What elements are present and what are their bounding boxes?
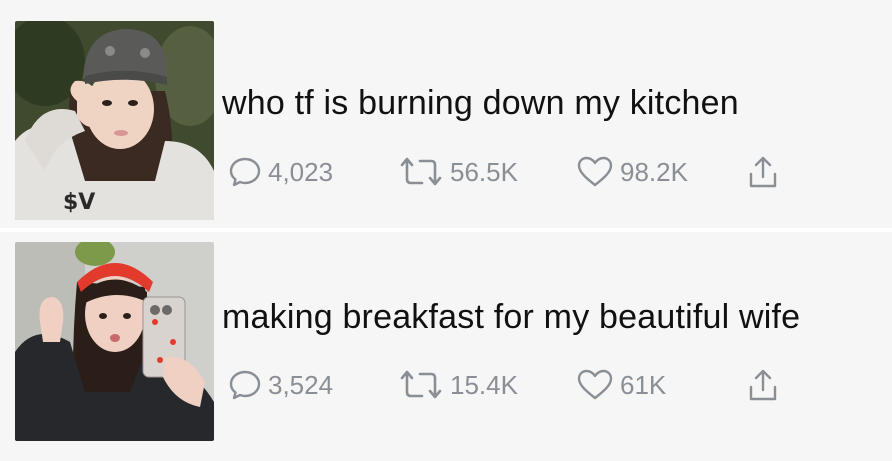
reply-count: 4,023 — [268, 156, 334, 187]
retweet-count: 56.5K — [450, 156, 518, 187]
selfie-photo-beanie: $V — [15, 21, 214, 220]
speech-bubble-icon — [229, 370, 261, 400]
feed: $V who tf is burning down my kitchen 4,0… — [0, 0, 892, 461]
like-count: 98.2K — [620, 156, 688, 187]
share-icon — [749, 156, 777, 188]
heart-icon — [577, 156, 613, 187]
tweet-2[interactable]: making breakfast for my beautiful wife 3… — [0, 232, 892, 461]
reply-button[interactable]: 3,524 — [228, 368, 398, 402]
share-button[interactable] — [746, 367, 796, 403]
share-icon — [749, 369, 777, 401]
tweet-actions: 3,524 15.4K 61K — [228, 363, 796, 407]
retweet-button[interactable]: 15.4K — [398, 368, 576, 402]
retweet-icon — [400, 157, 442, 186]
tweet-text: who tf is burning down my kitchen — [222, 84, 739, 122]
tweet-photo[interactable] — [15, 242, 214, 441]
retweet-button[interactable]: 56.5K — [398, 155, 576, 189]
share-button[interactable] — [746, 154, 796, 190]
retweet-icon — [400, 370, 442, 399]
tweet-1[interactable]: $V who tf is burning down my kitchen 4,0… — [0, 0, 892, 228]
svg-text:$V: $V — [63, 190, 95, 215]
tweet-text: making breakfast for my beautiful wife — [222, 298, 801, 336]
selfie-photo-headband — [15, 242, 214, 441]
heart-icon — [577, 369, 613, 400]
reply-button[interactable]: 4,023 — [228, 155, 398, 189]
like-button[interactable]: 61K — [576, 368, 746, 402]
tweet-actions: 4,023 56.5K 98.2K — [228, 150, 796, 194]
retweet-count: 15.4K — [450, 369, 518, 400]
like-count: 61K — [620, 369, 667, 400]
like-button[interactable]: 98.2K — [576, 155, 746, 189]
reply-count: 3,524 — [268, 369, 334, 400]
speech-bubble-icon — [229, 157, 261, 187]
tweet-photo[interactable]: $V — [15, 21, 214, 220]
